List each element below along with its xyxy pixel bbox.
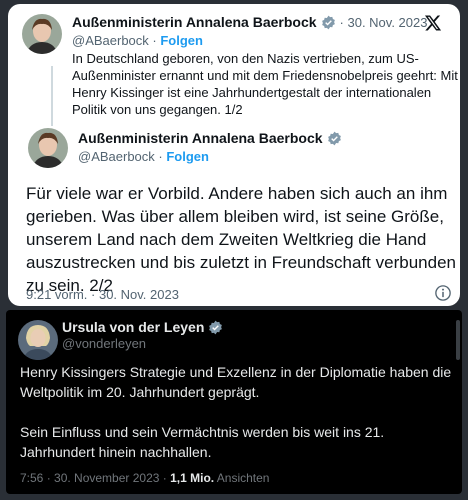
tweet-meta: 7:56 · 30. November 2023 · 1,1 Mio. Ansi… <box>20 471 269 485</box>
handle[interactable]: @ABaerbock <box>78 149 155 164</box>
paragraph: Sein Einfluss und sein Vermächtnis werde… <box>20 424 385 460</box>
separator: · <box>148 33 161 48</box>
first-tweet-handle-row: @ABaerbock · Folgen <box>72 33 203 48</box>
verified-badge-icon <box>208 320 223 335</box>
avatar-baerbock-2[interactable] <box>28 128 68 168</box>
verified-badge-icon <box>327 131 342 146</box>
handle[interactable]: @ABaerbock <box>72 33 149 48</box>
first-tweet-header: Außenministerin Annalena Baerbock · 30. … <box>72 14 427 30</box>
x-logo-icon[interactable] <box>424 14 442 37</box>
vdl-tweet-text: Henry Kissingers Strategie und Exzellenz… <box>20 362 456 482</box>
tweet-timestamp[interactable]: 9:21 vorm. · 30. Nov. 2023 <box>26 287 179 302</box>
avatar-vonderleyen[interactable] <box>18 320 58 360</box>
tweet-date[interactable]: · 30. Nov. 2023 <box>340 15 428 30</box>
separator: · <box>154 149 167 164</box>
avatar-baerbock[interactable] <box>22 14 62 54</box>
verified-badge-icon <box>321 15 336 30</box>
second-tweet-handle-row: @ABaerbock · Folgen <box>78 149 209 164</box>
scrollbar[interactable] <box>456 320 460 360</box>
second-tweet-text: Für viele war er Vorbild. Andere haben s… <box>26 184 456 295</box>
follow-button[interactable]: Folgen <box>160 33 203 48</box>
tweet-card-vonderleyen: Ursula von der Leyen @vonderleyen Henry … <box>6 310 462 494</box>
follow-button[interactable]: Folgen <box>166 149 209 164</box>
views-label: Ansichten <box>214 471 270 485</box>
first-tweet-text: In Deutschland geboren, von den Nazis ve… <box>72 51 458 117</box>
paragraph: Henry Kissingers Strategie und Exzellenz… <box>20 364 452 400</box>
author-name[interactable]: Ursula von der Leyen <box>62 319 204 335</box>
author-name[interactable]: Außenministerin Annalena Baerbock <box>78 130 323 146</box>
second-tweet-header: Außenministerin Annalena Baerbock <box>78 130 342 146</box>
vdl-header: Ursula von der Leyen <box>62 319 223 335</box>
tweet-card-baerbock: Außenministerin Annalena Baerbock · 30. … <box>8 4 460 306</box>
views-count: 1,1 Mio. <box>170 471 215 485</box>
thread-line <box>51 66 53 126</box>
handle[interactable]: @vonderleyen <box>62 336 146 351</box>
info-icon[interactable] <box>434 284 452 306</box>
tweet-timestamp[interactable]: 7:56 · 30. November 2023 · <box>20 471 170 485</box>
author-name[interactable]: Außenministerin Annalena Baerbock <box>72 14 317 30</box>
